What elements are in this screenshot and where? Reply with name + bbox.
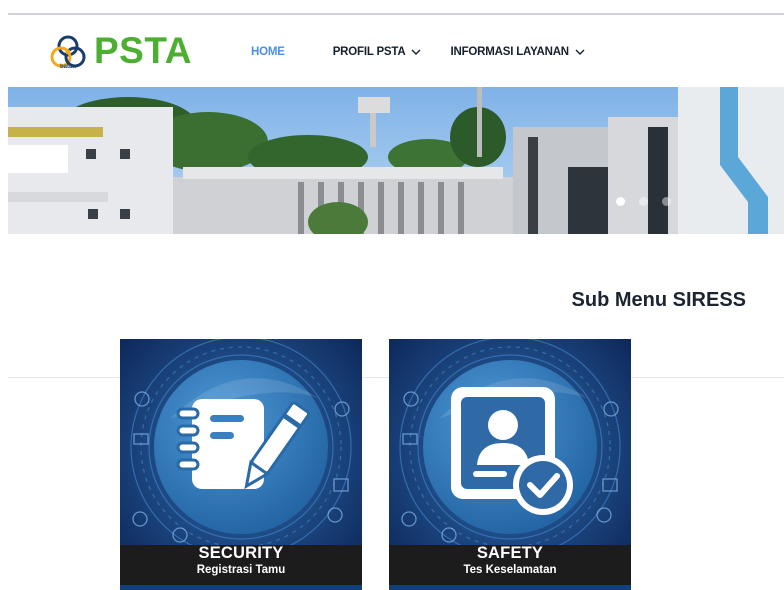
nav-home-label: HOME [251, 46, 285, 58]
safety-card-subtitle: Tes Keselamatan [463, 564, 557, 576]
safety-card-title: SAFETY [476, 544, 544, 562]
section-title: Sub Menu SIRESS [571, 289, 746, 311]
slider-dot-3[interactable] [662, 197, 671, 206]
nav-profil-psta-label: PROFIL PSTA [332, 46, 406, 58]
slider-dot-1[interactable] [616, 197, 625, 206]
security-card-subtitle: Registrasi Tamu [196, 564, 286, 576]
hero-image [8, 87, 784, 234]
hero-slider[interactable] [8, 87, 784, 234]
logo-subtext: batan [60, 64, 77, 70]
card-bottom-strip [120, 585, 362, 590]
nav-informasi-layanan-label: INFORMASI LAYANAN [450, 46, 569, 58]
logo-mark-icon: batan [50, 33, 92, 77]
security-card-title: SECURITY [198, 544, 284, 562]
slider-dot-2[interactable] [639, 197, 648, 206]
nav-profil-psta[interactable]: PROFIL PSTA [333, 46, 422, 58]
security-card[interactable]: SECURITY Registrasi Tamu [120, 339, 362, 590]
logo-wordmark: PSTA [94, 30, 192, 71]
chevron-down-icon [411, 49, 421, 55]
site-header: batan PSTA HOME PROFIL PSTA INFORMASI LA… [0, 15, 784, 87]
nav-home[interactable]: HOME [251, 46, 285, 58]
slider-dots [616, 197, 671, 206]
card-bottom-strip [389, 585, 631, 590]
chevron-down-icon [575, 49, 585, 55]
main-nav: HOME PROFIL PSTA INFORMASI LAYANAN [251, 45, 585, 59]
site-logo[interactable]: batan PSTA [50, 30, 192, 77]
nav-informasi-layanan[interactable]: INFORMASI LAYANAN [450, 46, 585, 58]
safety-card[interactable]: SAFETY Tes Keselamatan [389, 339, 631, 590]
